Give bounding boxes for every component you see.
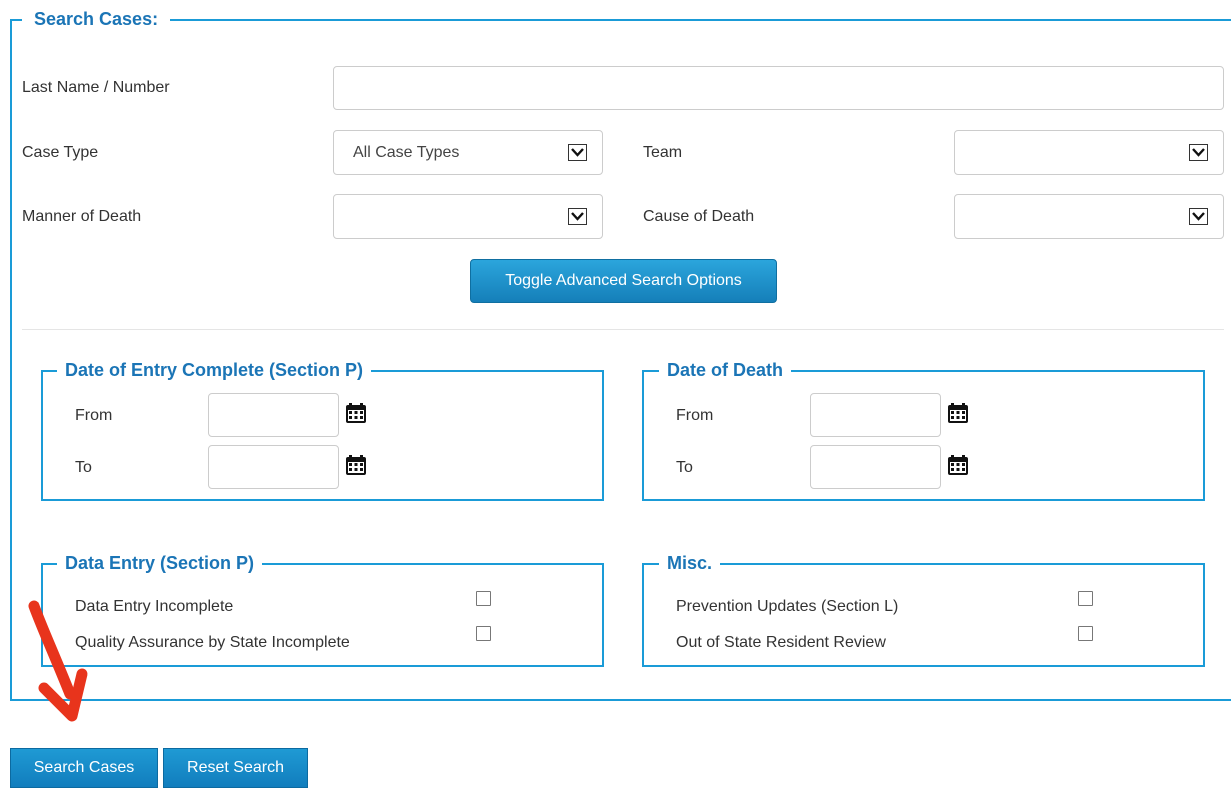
divider	[22, 329, 1224, 330]
calendar-icon[interactable]	[345, 454, 367, 481]
quality-assurance-label: Quality Assurance by State Incomplete	[75, 634, 350, 651]
calendar-icon[interactable]	[947, 402, 969, 429]
date-entry-to-label: To	[75, 459, 92, 476]
team-label: Team	[643, 144, 683, 161]
date-entry-to-input[interactable]	[208, 445, 339, 489]
date-death-to-label: To	[676, 459, 693, 476]
data-entry-incomplete-checkbox[interactable]	[476, 591, 491, 606]
date-death-from-input[interactable]	[810, 393, 941, 437]
team-select[interactable]	[954, 130, 1224, 175]
last-name-label: Last Name / Number	[22, 79, 170, 96]
quality-assurance-checkbox[interactable]	[476, 626, 491, 641]
case-type-value: All Case Types	[353, 144, 460, 161]
date-death-from-label: From	[676, 407, 714, 424]
case-type-select[interactable]: All Case Types	[333, 130, 603, 175]
chevron-down-icon	[568, 208, 587, 225]
chevron-down-icon	[1189, 144, 1208, 161]
case-type-label: Case Type	[22, 144, 99, 161]
date-entry-legend: Date of Entry Complete (Section P)	[57, 359, 372, 381]
calendar-icon[interactable]	[345, 402, 367, 429]
date-entry-from-label: From	[75, 407, 113, 424]
out-of-state-label: Out of State Resident Review	[676, 634, 886, 651]
manner-of-death-select[interactable]	[333, 194, 603, 239]
red-arrow-icon	[28, 600, 88, 722]
reset-search-button[interactable]: Reset Search	[163, 748, 308, 788]
chevron-down-icon	[568, 144, 587, 161]
prevention-updates-checkbox[interactable]	[1078, 591, 1093, 606]
cause-of-death-label: Cause of Death	[643, 208, 755, 225]
search-cases-button[interactable]: Search Cases	[10, 748, 158, 788]
calendar-icon[interactable]	[947, 454, 969, 481]
date-death-to-input[interactable]	[810, 445, 941, 489]
misc-legend: Misc.	[659, 552, 721, 574]
date-of-death-legend: Date of Death	[659, 359, 792, 381]
prevention-updates-label: Prevention Updates (Section L)	[676, 598, 899, 615]
chevron-down-icon	[1189, 208, 1208, 225]
out-of-state-checkbox[interactable]	[1078, 626, 1093, 641]
search-cases-legend: Search Cases:	[22, 7, 171, 31]
manner-of-death-label: Manner of Death	[22, 208, 142, 225]
data-entry-legend: Data Entry (Section P)	[57, 552, 263, 574]
toggle-advanced-search-button[interactable]: Toggle Advanced Search Options	[470, 259, 777, 303]
cause-of-death-select[interactable]	[954, 194, 1224, 239]
last-name-input[interactable]	[333, 66, 1224, 110]
date-entry-from-input[interactable]	[208, 393, 339, 437]
